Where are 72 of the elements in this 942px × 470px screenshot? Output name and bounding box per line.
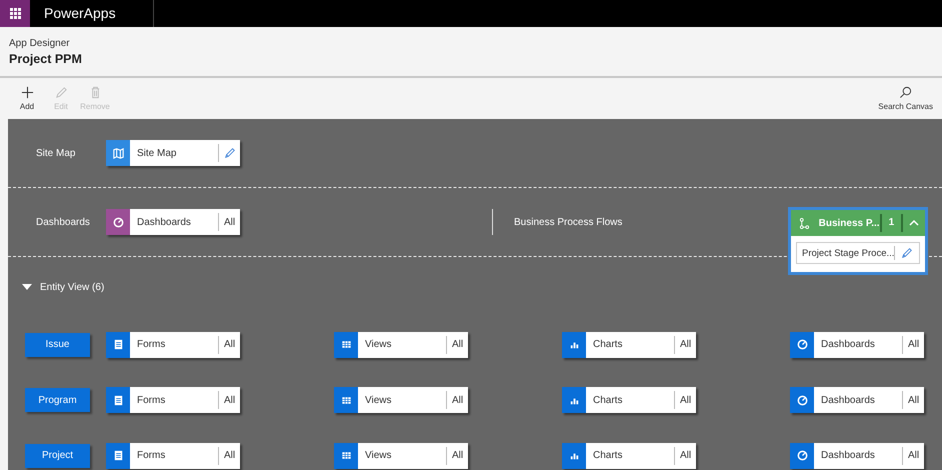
section-label: Site Map	[35, 148, 76, 158]
process-flow-card[interactable]: Business P... 1 Project Stage Proce...	[788, 207, 928, 275]
tile-label: Views	[364, 450, 392, 462]
entity-button[interactable]: Project	[25, 444, 90, 468]
tile-label: Forms	[136, 394, 166, 406]
all-link[interactable]: All	[224, 394, 236, 406]
all-link[interactable]: All	[908, 394, 920, 406]
component-tile[interactable]: Forms All	[106, 387, 240, 414]
component-tile[interactable]: Views All	[334, 332, 468, 358]
all-link[interactable]: All	[224, 450, 236, 462]
card-title: Business P...	[818, 218, 880, 228]
component-tile[interactable]: Charts All	[562, 332, 696, 358]
plus-icon	[20, 86, 34, 99]
component-tile[interactable]: Views All	[334, 442, 468, 469]
search-canvas-button[interactable]: Search Canvas	[878, 86, 933, 111]
tile-label: Dashboards	[820, 450, 876, 462]
tile-label: Views	[364, 339, 392, 350]
search-icon	[899, 86, 912, 99]
tile-label: Site Map	[136, 148, 178, 158]
header-title: Project PPM	[9, 52, 83, 66]
gauge-icon	[796, 449, 808, 462]
entity-button[interactable]: Program	[25, 388, 90, 412]
tile-label: Dashboards	[820, 339, 876, 350]
component-tile[interactable]: Dashboards All	[790, 442, 924, 469]
tile-label: Charts	[592, 450, 624, 462]
section-label: Business Process Flows	[514, 216, 622, 228]
app-launcher-button[interactable]	[0, 0, 30, 27]
pencil-icon	[901, 247, 914, 259]
component-tile[interactable]: Dashboards All	[106, 209, 240, 235]
app-name: PowerApps	[30, 0, 154, 27]
toolbar-button[interactable]: Add	[12, 86, 42, 111]
section-label: Dashboards	[35, 216, 91, 228]
gauge-icon	[112, 216, 124, 228]
component-tile[interactable]: Charts All	[562, 442, 696, 469]
all-link[interactable]: All	[908, 339, 920, 350]
component-tile[interactable]: Dashboards All	[790, 332, 924, 358]
all-link[interactable]: All	[452, 394, 464, 406]
section-label: Entity View (6)	[40, 282, 104, 292]
component-tile[interactable]: Forms All	[106, 442, 240, 469]
waffle-icon	[10, 8, 20, 19]
component-tile[interactable]: Forms All	[106, 332, 240, 358]
all-link[interactable]: All	[908, 450, 920, 462]
gauge-icon	[796, 394, 808, 407]
all-link[interactable]: All	[224, 216, 236, 228]
header-subtitle: App Designer	[9, 38, 71, 48]
pencil-icon	[54, 86, 68, 99]
flow-icon	[799, 218, 810, 228]
chevron-icon[interactable]	[909, 218, 920, 228]
tile-label: Charts	[592, 394, 624, 406]
all-link[interactable]: All	[224, 339, 236, 350]
process-flow-item[interactable]: Project Stage Proce...	[796, 242, 920, 264]
collapse-triangle-icon[interactable]	[22, 282, 32, 292]
map-icon	[112, 146, 124, 160]
item-count: 1	[880, 214, 902, 232]
gauge-icon	[796, 338, 808, 352]
tile-label: Views	[364, 394, 392, 406]
component-tile[interactable]: Dashboards All	[790, 387, 924, 414]
all-link[interactable]: All	[680, 450, 692, 462]
tile-label: Forms	[136, 450, 166, 462]
tile-label: Dashboards	[136, 216, 192, 228]
tile-label: Forms	[136, 339, 166, 350]
all-link[interactable]: All	[452, 339, 464, 350]
all-link[interactable]: All	[680, 394, 692, 406]
component-tile[interactable]: Charts All	[562, 387, 696, 414]
all-link[interactable]: All	[680, 339, 692, 350]
component-tile[interactable]: Site Map	[106, 140, 240, 166]
tile-label: Charts	[592, 339, 624, 350]
tile-label: Dashboards	[820, 394, 876, 406]
pencil-icon	[224, 147, 236, 159]
component-tile[interactable]: Views All	[334, 387, 468, 414]
entity-button[interactable]: Issue	[25, 332, 90, 357]
all-link[interactable]: All	[452, 450, 464, 462]
